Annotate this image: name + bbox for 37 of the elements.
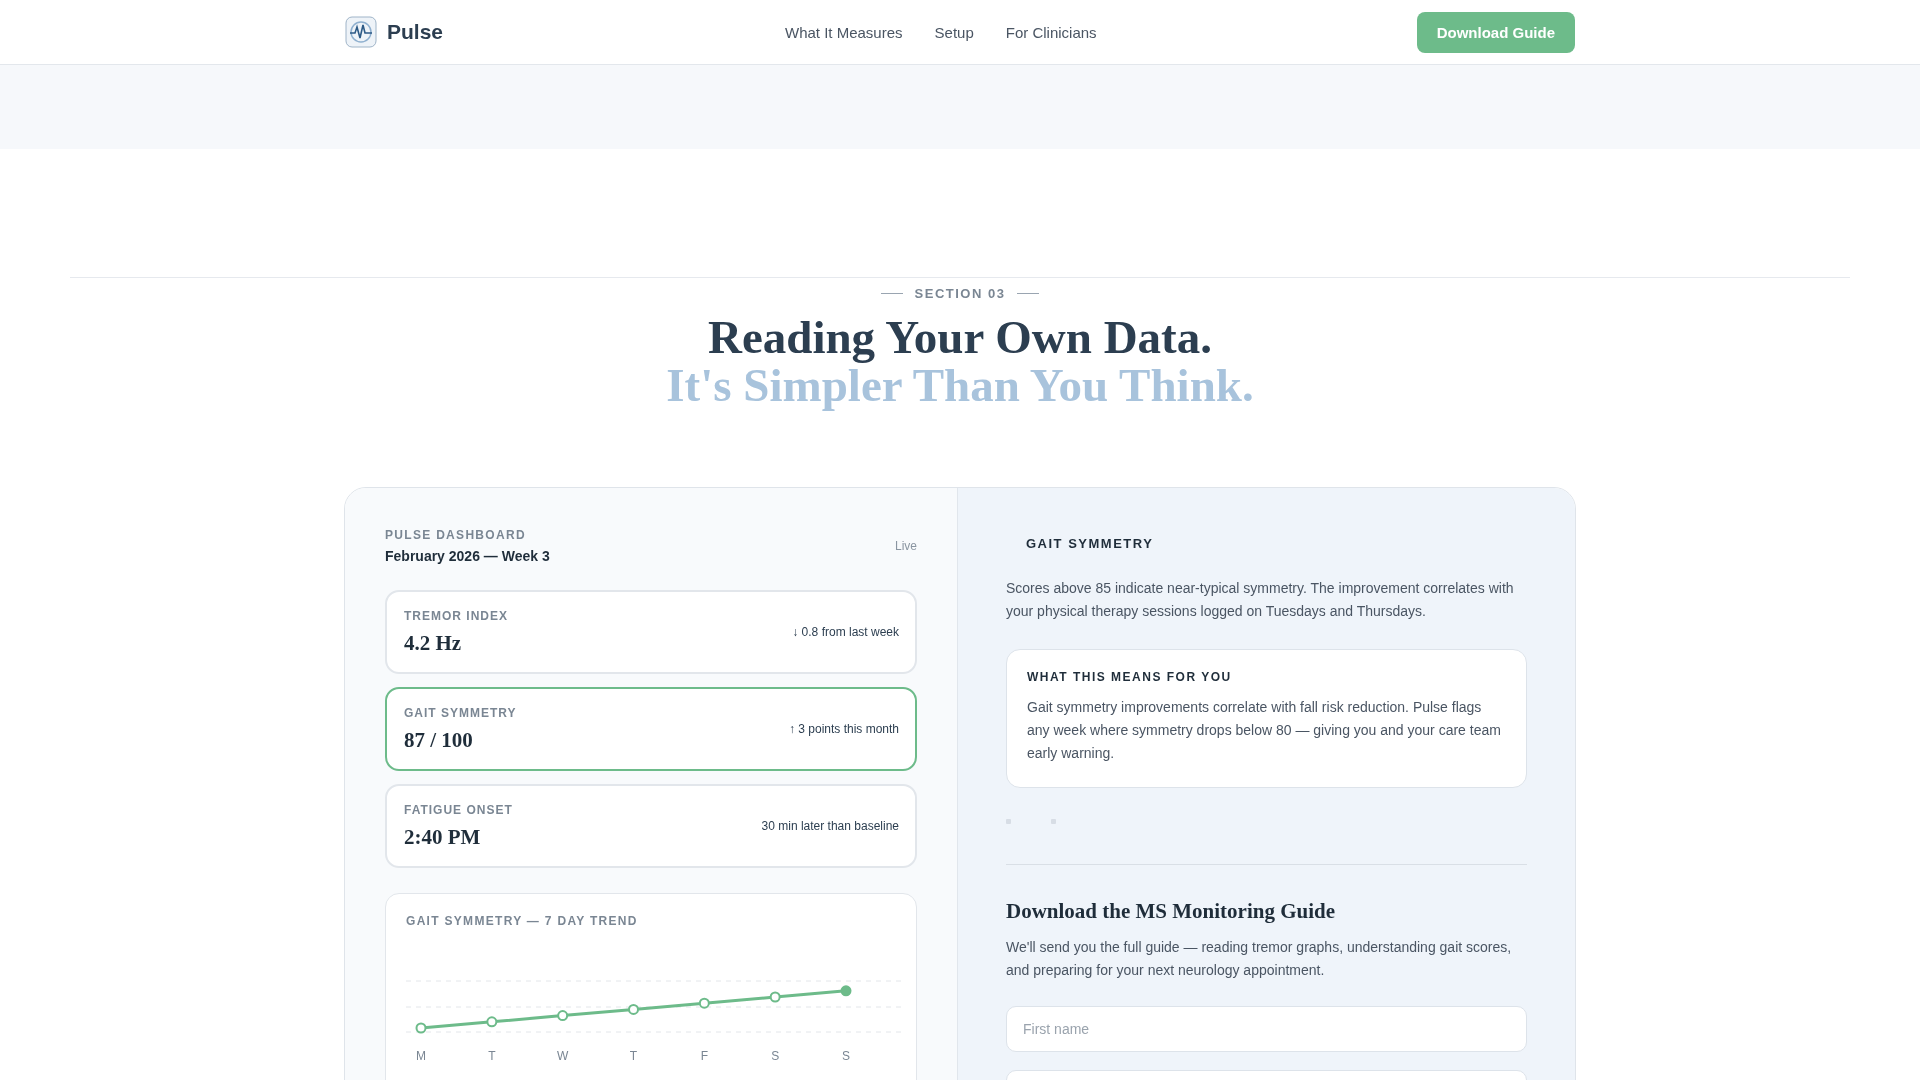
section-label: SECTION 03 [914,286,1006,301]
metric-change: ↓ 0.8 from last week [792,625,899,639]
metric-card[interactable]: GAIT SYMMETRY 87 / 100 ↑ 3 points this month [385,687,917,771]
live-status: Live [895,539,917,553]
nav-link[interactable]: Setup [934,23,974,41]
metric-change: 30 min later than baseline [761,819,899,833]
day-label: M [416,1049,426,1063]
brand-name: Pulse [387,20,444,44]
day-label: T [488,1049,496,1063]
metric-change: ↑ 3 points this month [788,722,899,736]
callout-title: WHAT THIS MEANS FOR YOU [1027,670,1233,684]
nav-link[interactable]: For Clinicians [1005,23,1097,41]
metric-label: GAIT SYMMETRY [404,705,517,720]
metric-card[interactable]: FATIGUE ONSET 2:40 PM 30 min later than baseline [385,784,917,868]
trend-title: GAIT SYMMETRY — 7 DAY TREND [406,914,639,928]
dashboard-label: PULSE DASHBOARD [385,528,527,542]
nav-link[interactable]: What It Measures [785,23,903,41]
detail-title: GAIT SYMMETRY [1026,536,1155,551]
day-label: T [629,1049,638,1063]
day-label: S [842,1049,850,1063]
day-label: S [771,1049,780,1063]
detail-text: Scores above 85 indicate near-typical symmetry. The improvement correlates with your physical therapy sessions logged on Tuesdays and Thursdays. [1006,579,1515,621]
metric-label: FATIGUE ONSET [404,802,513,817]
section-title: Reading Your Own Data. [707,313,1213,361]
day-label: F [700,1049,708,1063]
metric-label: TREMOR INDEX [404,608,508,623]
day-label: W [557,1049,569,1063]
input-field[interactable]: First name [1006,1006,1527,1052]
metric-card[interactable]: TREMOR INDEX 4.2 Hz ↓ 0.8 from last week [385,590,917,674]
metric-value: 87 / 100 [404,727,474,753]
logo-icon [345,16,377,48]
guide-title: Download the MS Monitoring Guide [1006,899,1337,924]
callout-text: Gait symmetry improvements correlate with fall risk reduction. Pulse flags any week where symmetry drops below 80 — giving you and your care team early warning. [1027,698,1502,763]
dashboard-period: February 2026 — Week 3 [385,548,550,564]
metric-value: 4.2 Hz [404,630,463,656]
guide-text: We'll send you the full guide — reading tremor graphs, understanding gait scores, and preparing for your next neurology appointment. [1006,938,1513,980]
metric-value: 2:40 PM [404,824,482,850]
